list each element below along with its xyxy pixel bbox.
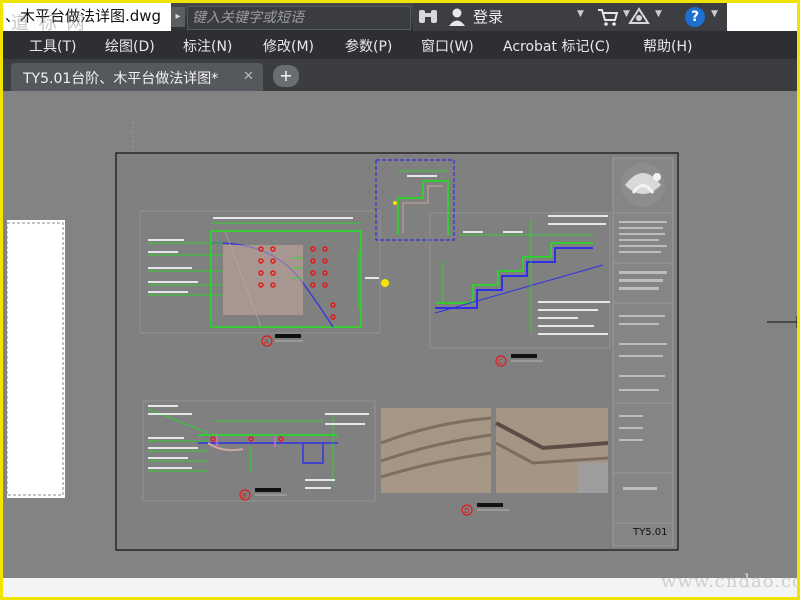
- cart-icon[interactable]: [597, 7, 619, 27]
- search-input[interactable]: [192, 9, 406, 27]
- title-expand-arrow-icon[interactable]: ▸: [171, 7, 185, 27]
- search-box[interactable]: [187, 6, 411, 30]
- help-icon[interactable]: ?: [685, 7, 705, 27]
- login-dropdown-icon[interactable]: ▼: [577, 9, 584, 19]
- login-link[interactable]: 登录: [473, 7, 503, 27]
- exchange-icon[interactable]: [627, 7, 651, 27]
- title-bar: 、木平台做法详图.dwg ▸ 登录 ▼ ▼: [3, 3, 797, 31]
- menu-tools[interactable]: 工具(T): [29, 36, 76, 56]
- detail-b-marker: B: [242, 492, 247, 500]
- detail-a-marker: A: [264, 338, 269, 346]
- menu-modify[interactable]: 修改(M): [263, 36, 314, 56]
- menu-acrobat[interactable]: Acrobat 标记(C): [503, 36, 610, 56]
- exchange-dropdown-icon[interactable]: ▼: [655, 9, 662, 19]
- menu-dimension[interactable]: 标注(N): [183, 36, 232, 56]
- help-dropdown-icon[interactable]: ▼: [711, 9, 718, 19]
- detail-d-marker: D: [464, 507, 469, 515]
- menu-window[interactable]: 窗口(W): [421, 36, 474, 56]
- menu-bar: 工具(T) 绘图(D) 标注(N) 修改(M) 参数(P) 窗口(W) Acro…: [3, 31, 797, 59]
- user-icon[interactable]: [447, 7, 467, 27]
- drawing-svg: TY5.01 A C B D: [6, 121, 797, 551]
- tab-active-drawing[interactable]: TY5.01台阶、木平台做法详图* ✕: [11, 63, 263, 91]
- tab-label: TY5.01台阶、木平台做法详图*: [23, 71, 219, 87]
- sheet-number: TY5.01: [632, 527, 667, 538]
- new-tab-button[interactable]: +: [273, 65, 299, 87]
- detail-c-marker: C: [498, 358, 503, 366]
- company-logo-icon: [621, 163, 665, 207]
- drawing-canvas[interactable]: TY5.01 A C B D: [3, 91, 797, 578]
- window-controls-area: [727, 3, 797, 31]
- app-window: 、木平台做法详图.dwg ▸ 登录 ▼ ▼: [0, 0, 800, 600]
- menu-parametric[interactable]: 参数(P): [345, 36, 392, 56]
- binoculars-icon[interactable]: [417, 7, 439, 27]
- watermark-bottom-right: www.cndao.com: [661, 571, 797, 592]
- menu-help[interactable]: 帮助(H): [643, 36, 692, 56]
- tab-close-icon[interactable]: ✕: [243, 69, 254, 84]
- paper-sheet-left: [7, 220, 65, 498]
- document-tab-strip: TY5.01台阶、木平台做法详图* ✕ +: [3, 59, 797, 91]
- menu-draw[interactable]: 绘图(D): [105, 36, 155, 56]
